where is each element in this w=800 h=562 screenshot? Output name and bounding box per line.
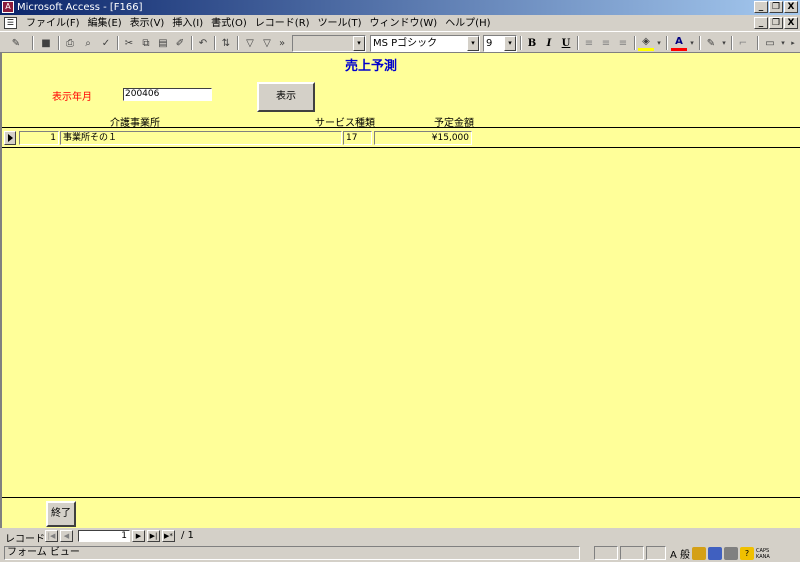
window-title: Microsoft Access - [F166] (17, 2, 143, 13)
last-record-button[interactable]: ▶| (147, 530, 160, 542)
show-button[interactable]: 表示 (257, 82, 315, 112)
display-year-month-label: 表示年月 (52, 92, 92, 103)
record-label: レコード: (5, 534, 49, 545)
record-total: / 1 (181, 530, 194, 541)
doc-close-button[interactable]: X (784, 17, 798, 29)
end-button[interactable]: 終了 (46, 501, 76, 527)
ime-mode-label[interactable]: A 般 (670, 546, 690, 561)
status-text: フォーム ビュー (4, 546, 580, 560)
cut-icon[interactable]: ✂ (121, 35, 137, 51)
chevron-down-icon[interactable]: ▾ (504, 36, 516, 51)
amount-cell[interactable]: ¥15,000 (374, 131, 472, 145)
chevron-down-icon[interactable]: ▾ (353, 36, 365, 51)
form-system-menu-icon[interactable]: ☰ (4, 17, 17, 29)
title-bar: A Microsoft Access - [F166] _ ❐ X (0, 0, 800, 15)
line-width-icon[interactable]: ▭ (762, 35, 778, 51)
sort-icon[interactable]: ⇅ (218, 35, 234, 51)
restore-button[interactable]: ❐ (769, 1, 783, 13)
underline-button[interactable]: U (558, 35, 574, 51)
object-combo[interactable]: ▾ (292, 35, 366, 52)
undo-icon[interactable]: ↶ (195, 35, 211, 51)
status-panel (620, 546, 644, 560)
align-left-icon[interactable]: ≡ (581, 35, 597, 51)
access-app-icon[interactable]: A (2, 1, 14, 13)
menu-format[interactable]: 書式(O) (207, 17, 251, 30)
border-style-icon[interactable]: ⌐ (735, 35, 751, 51)
view-icon[interactable]: ✎ (4, 35, 28, 51)
italic-button[interactable]: I (541, 35, 557, 51)
save-icon[interactable]: ■ (38, 35, 54, 51)
chevron-down-icon[interactable]: ▾ (655, 35, 663, 51)
paste-icon[interactable]: ▤ (155, 35, 171, 51)
header-divider (2, 127, 800, 128)
next-record-button[interactable]: ▶ (132, 530, 145, 542)
chevron-down-icon[interactable]: ▾ (720, 35, 728, 51)
menu-help[interactable]: ヘルプ(H) (441, 17, 494, 30)
menu-file[interactable]: ファイル(F) (22, 17, 84, 30)
chevron-down-icon[interactable]: ▾ (779, 35, 787, 51)
menu-records[interactable]: レコード(R) (251, 17, 314, 30)
font-size-value: 9 (486, 38, 493, 49)
fill-color-icon[interactable]: ◈ (638, 35, 654, 51)
table-row[interactable]: 1 事業所その１ 17 ¥15,000 (2, 129, 800, 146)
first-record-button[interactable]: |◀ (45, 530, 58, 542)
spelling-icon[interactable]: ✓ (98, 35, 114, 51)
record-selector[interactable] (4, 131, 16, 145)
status-bar: フォーム ビュー A 般 ? CAPS KANA (0, 545, 800, 562)
doc-restore-button[interactable]: ❐ (769, 17, 783, 29)
display-year-month-input[interactable]: 200406 (123, 88, 212, 101)
ime-help-icon[interactable]: ? (740, 547, 755, 560)
align-right-icon[interactable]: ≡ (615, 35, 631, 51)
minimize-button[interactable]: _ (754, 1, 768, 13)
ime-tool-icon[interactable] (724, 547, 739, 560)
menu-window[interactable]: ウィンドウ(W) (365, 17, 441, 30)
current-record-arrow-icon (8, 134, 13, 142)
menu-bar: ☰ ファイル(F) 編集(E) 表示(V) 挿入(I) 書式(O) レコード(R… (0, 15, 800, 32)
toolbar-overflow-icon[interactable]: ▸ (789, 35, 797, 51)
status-panel (646, 546, 666, 560)
align-center-icon[interactable]: ≡ (598, 35, 614, 51)
ime-pad-icon[interactable] (708, 547, 723, 560)
print-preview-icon[interactable]: ⌕ (80, 35, 96, 51)
filter-by-form-icon[interactable]: ▽ (259, 35, 275, 51)
font-name-value: MS Pゴシック (373, 38, 438, 49)
office-cell[interactable]: 事業所その１ (60, 131, 342, 145)
line-color-icon[interactable]: ✎ (703, 35, 719, 51)
form-body: 売上予測 表示年月 200406 表示 介護事業所 サービス種類 予定金額 1 … (0, 53, 800, 528)
more-buttons-icon[interactable]: » (276, 35, 288, 51)
document-window-controls: _ ❐ X (753, 17, 798, 29)
copy-icon[interactable]: ⧉ (138, 35, 154, 51)
chevron-down-icon[interactable]: ▾ (467, 36, 479, 51)
footer-divider (2, 497, 800, 498)
filter-by-selection-icon[interactable]: ▽ (242, 35, 258, 51)
service-type-cell[interactable]: 17 (343, 131, 372, 145)
row-divider (2, 147, 800, 148)
previous-record-button[interactable]: ◀ (60, 530, 73, 542)
status-panel (594, 546, 618, 560)
row-number-cell[interactable]: 1 (19, 131, 59, 145)
menu-edit[interactable]: 編集(E) (84, 17, 126, 30)
current-record-input[interactable]: 1 (78, 530, 130, 542)
close-button[interactable]: X (784, 1, 798, 13)
doc-minimize-button[interactable]: _ (754, 17, 768, 29)
formatting-toolbar: ✎ ■ ⎙ ⌕ ✓ ✂ ⧉ ▤ ✐ ↶ ⇅ ▽ ▽ » ▾ MS Pゴシック ▾… (0, 33, 800, 53)
print-icon[interactable]: ⎙ (62, 35, 78, 51)
font-color-icon[interactable]: A (671, 35, 687, 51)
window-controls: _ ❐ X (753, 1, 798, 13)
menu-insert[interactable]: 挿入(I) (168, 17, 207, 30)
form-title: 売上予測 (345, 59, 398, 74)
menu-view[interactable]: 表示(V) (126, 17, 169, 30)
chevron-down-icon[interactable]: ▾ (688, 35, 696, 51)
ime-toolbar: A 般 ? CAPS KANA (670, 546, 770, 561)
new-record-button[interactable]: ▶* (162, 530, 175, 542)
ime-caps-kana-indicator: CAPS KANA (756, 547, 770, 560)
bold-button[interactable]: B (524, 35, 540, 51)
font-name-combo[interactable]: MS Pゴシック ▾ (370, 35, 480, 52)
format-painter-icon[interactable]: ✐ (172, 35, 188, 51)
menu-tools[interactable]: ツール(T) (314, 17, 366, 30)
record-navigation: レコード: |◀ ◀ 1 ▶ ▶| ▶* / 1 (0, 528, 800, 545)
font-size-combo[interactable]: 9 ▾ (483, 35, 517, 52)
ime-dictionary-icon[interactable] (692, 547, 707, 560)
